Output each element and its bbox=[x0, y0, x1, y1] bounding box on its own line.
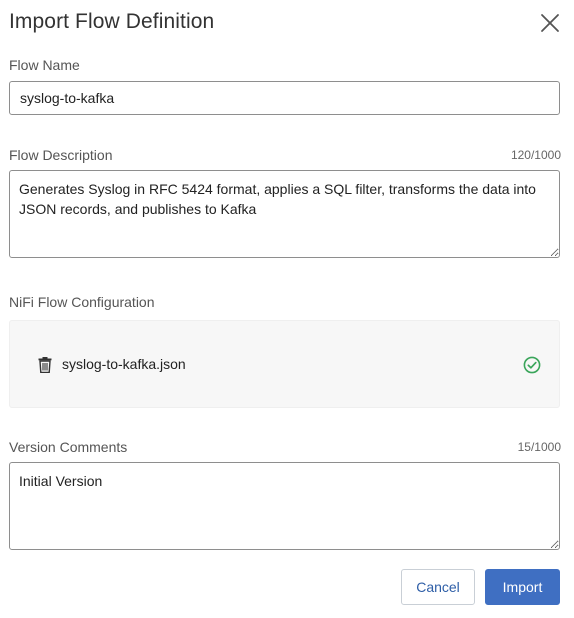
nifi-config-file-box: syslog-to-kafka.json bbox=[9, 320, 560, 408]
version-comments-counter: 15/1000 bbox=[517, 440, 561, 454]
close-icon bbox=[541, 14, 559, 32]
import-flow-dialog: Import Flow Definition Flow Name Flow De… bbox=[0, 0, 574, 618]
close-button[interactable] bbox=[538, 11, 562, 35]
nifi-config-file-name: syslog-to-kafka.json bbox=[62, 356, 186, 372]
flow-name-input[interactable] bbox=[9, 81, 560, 115]
import-button[interactable]: Import bbox=[485, 569, 560, 605]
flow-description-counter: 120/1000 bbox=[510, 148, 561, 162]
dialog-title: Import Flow Definition bbox=[9, 10, 215, 33]
trash-icon bbox=[38, 357, 52, 374]
flow-name-label: Flow Name bbox=[9, 57, 80, 73]
delete-file-button[interactable] bbox=[38, 357, 52, 374]
check-circle-icon bbox=[523, 356, 541, 374]
version-comments-textarea[interactable]: Initial Version bbox=[9, 462, 560, 550]
upload-success-indicator bbox=[523, 356, 541, 374]
flow-description-textarea[interactable]: Generates Syslog in RFC 5424 format, app… bbox=[9, 170, 560, 258]
version-comments-label: Version Comments bbox=[9, 439, 128, 455]
cancel-button[interactable]: Cancel bbox=[401, 569, 475, 605]
nifi-config-label: NiFi Flow Configuration bbox=[9, 294, 155, 310]
flow-description-label: Flow Description bbox=[9, 147, 113, 163]
